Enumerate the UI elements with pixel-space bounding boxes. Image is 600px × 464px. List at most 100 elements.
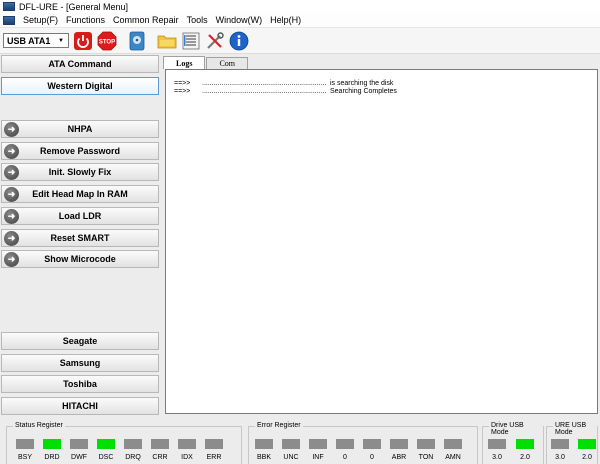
ata-command-label: ATA Command [48,59,112,69]
led-indicator [336,439,354,449]
log-output[interactable]: ==>> ...................................… [165,69,598,414]
tab-logs-label: Logs [176,58,193,68]
stop-button[interactable]: STOP [97,31,117,51]
remove-password-button[interactable]: ➜ Remove Password [1,142,159,160]
toshiba-label: Toshiba [63,379,97,389]
led-indicator [516,439,534,449]
led-indicator [363,439,381,449]
open-folder-button[interactable] [157,31,177,51]
tab-com[interactable]: Com [206,57,249,69]
menu-help[interactable]: Help(H) [266,15,305,25]
status-register-title: Status Register [13,422,65,429]
led-indicator [16,439,34,449]
arrow-right-icon: ➜ [4,231,19,246]
led-indicator [390,439,408,449]
led-indicator [43,439,61,449]
info-icon [229,31,249,50]
log-prefix: ==>> [174,88,191,95]
power-icon [74,31,92,50]
arrow-right-icon: ➜ [4,187,19,202]
error-register-title: Error Register [255,422,303,429]
show-microcode-label: Show Microcode [44,254,116,264]
load-ldr-button[interactable]: ➜ Load LDR [1,207,159,225]
led-indicator [578,439,596,449]
status-register-group: Status Register BSY DRD DWF DSC DRQ CRR IDX ERR [6,422,242,464]
led-indicator [255,439,273,449]
ure-usb-mode-title: URE USB Mode [553,422,597,436]
western-digital-button[interactable]: Western Digital [1,77,159,95]
led-label: DRD [44,454,60,461]
ata-command-button[interactable]: ATA Command [1,55,159,73]
init-slowly-fix-label: Init. Slowly Fix [48,167,112,177]
led-label: AMN [445,454,461,461]
menu-tools[interactable]: Tools [183,15,212,25]
samsung-button[interactable]: Samsung [1,354,159,372]
power-button[interactable] [73,31,93,51]
tools-icon [207,31,224,49]
hitachi-button[interactable]: HITACHI [1,397,159,415]
led-label: DSC [98,454,114,461]
led-indicator [151,439,169,449]
led-label: 0 [343,454,347,461]
led-indicator [70,439,88,449]
menu-functions[interactable]: Functions [62,15,109,25]
led-indicator [417,439,435,449]
led-label: 2.0 [582,454,592,461]
info-button[interactable] [229,31,249,51]
led-indicator [97,439,115,449]
menu-window[interactable]: Window(W) [212,15,267,25]
show-microcode-button[interactable]: ➜ Show Microcode [1,250,159,268]
log-prefix: ==>> [174,80,191,87]
load-ldr-label: Load LDR [58,211,102,221]
arrow-right-icon: ➜ [4,252,19,267]
toshiba-button[interactable]: Toshiba [1,375,159,393]
led-indicator [488,439,506,449]
led-label: DWF [71,454,87,461]
led-label: ABR [391,454,407,461]
toolbar: USB ATA1 ▼ STOP [0,28,600,54]
led-label: 0 [370,454,374,461]
led-indicator [282,439,300,449]
arrow-right-icon: ➜ [4,165,19,180]
port-select[interactable]: USB ATA1 ▼ [3,33,69,48]
nhpa-label: NHPA [67,124,93,134]
menu-setup[interactable]: Setup(F) [19,15,62,25]
tools-button[interactable] [205,31,225,51]
title-bar: DFL-URE - [General Menu] [0,0,600,13]
init-slowly-fix-button[interactable]: ➜ Init. Slowly Fix [1,163,159,181]
led-label: 3.0 [555,454,565,461]
log-text: is searching the disk [330,80,394,87]
modules-button[interactable] [181,31,201,51]
main-panel: Logs Com ==>> ..........................… [162,54,600,418]
port-select-value: USB ATA1 [7,35,51,46]
seagate-label: Seagate [62,336,98,346]
led-indicator [309,439,327,449]
led-label: ERR [206,454,222,461]
tab-logs[interactable]: Logs [163,56,206,69]
document-icon[interactable] [3,15,15,25]
nhpa-button[interactable]: ➜ NHPA [1,120,159,138]
folder-icon [157,35,177,48]
ure-usb-mode-group: URE USB Mode 3.0 2.0 [546,422,598,464]
led-indicator [124,439,142,449]
led-label: 2.0 [520,454,530,461]
edit-head-map-label: Edit Head Map In RAM [32,189,128,199]
led-indicator [205,439,223,449]
drive-usb-mode-group: Drive USB Mode 3.0 2.0 [482,422,544,464]
reset-smart-button[interactable]: ➜ Reset SMART [1,229,159,247]
seagate-button[interactable]: Seagate [1,332,159,350]
app-icon [3,2,15,11]
stop-label: STOP [99,39,115,45]
led-indicator [551,439,569,449]
led-indicator [444,439,462,449]
samsung-label: Samsung [59,358,101,368]
led-label: DRQ [125,454,141,461]
led-label: CRR [152,454,168,461]
arrow-right-icon: ➜ [4,122,19,137]
disk-info-button[interactable] [127,31,147,51]
edit-head-map-button[interactable]: ➜ Edit Head Map In RAM [1,185,159,203]
log-line: ==>> ...................................… [174,80,597,88]
window-title: DFL-URE - [General Menu] [19,1,129,12]
led-label: UNC [283,454,299,461]
menu-common-repair[interactable]: Common Repair [109,15,183,25]
